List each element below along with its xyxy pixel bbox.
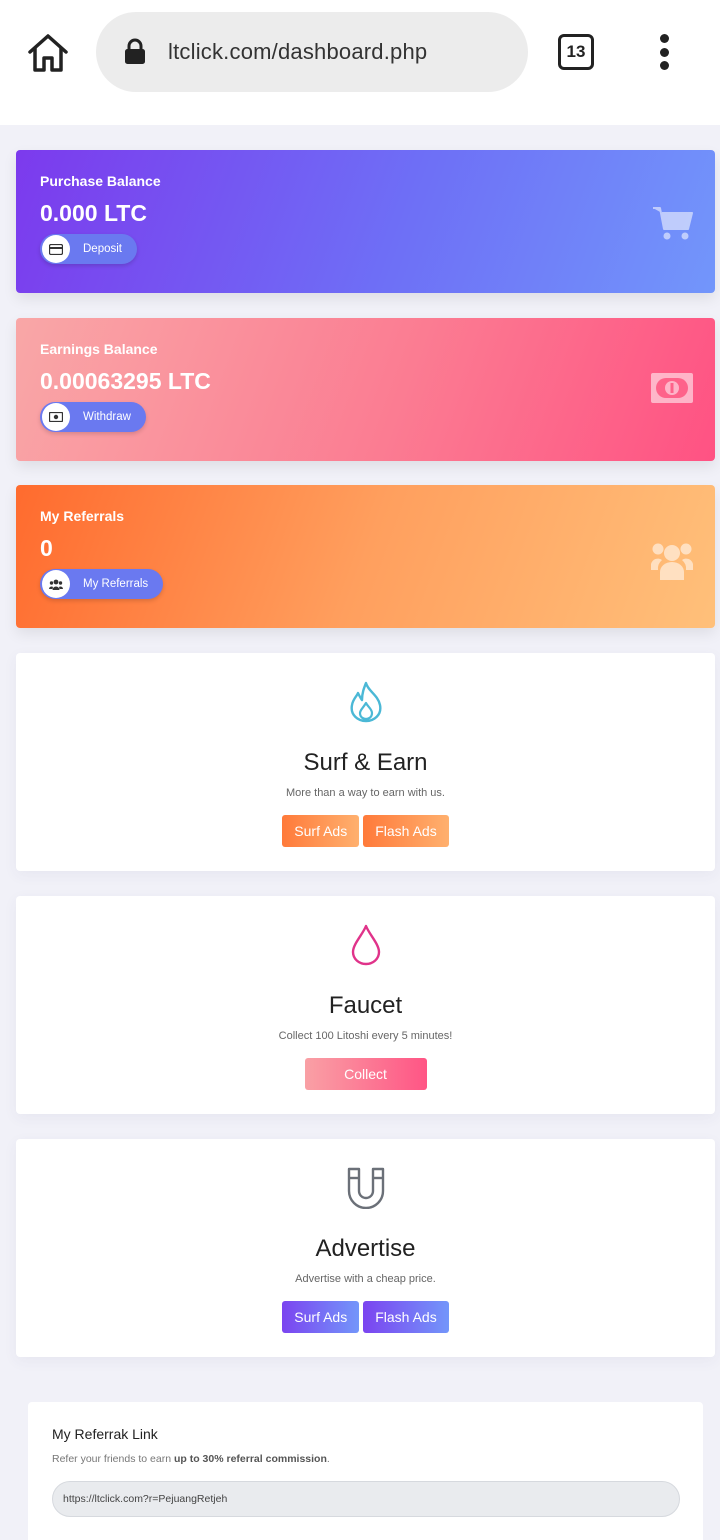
surf-ads-button[interactable]: Surf Ads: [282, 815, 360, 847]
referral-link-description: Refer your friends to earn up to 30% ref…: [52, 1453, 330, 1465]
magnet-icon: [16, 1167, 715, 1209]
referral-link-title: My Referrak Link: [52, 1426, 158, 1442]
feature-title: Surf & Earn: [303, 749, 428, 776]
users-icon: [651, 540, 693, 585]
card-value: 0.000 LTC: [40, 200, 147, 226]
home-icon: [28, 34, 68, 72]
earnings-balance-card: Earnings Balance 0.00063295 LTC Withdraw: [16, 318, 715, 461]
url-text: ltclick.com/dashboard.php: [168, 39, 428, 64]
desc-prefix: Refer your friends to earn: [52, 1453, 174, 1465]
cart-icon: [653, 205, 693, 246]
withdraw-label: Withdraw: [83, 411, 131, 423]
drop-icon: [16, 924, 715, 966]
feature-title: Faucet: [328, 992, 403, 1019]
home-button[interactable]: [22, 28, 74, 78]
advertise-card: Advertise Advertise with a cheap price. …: [16, 1139, 715, 1357]
menu-dot-icon: [659, 47, 669, 57]
menu-dot-icon: [659, 61, 669, 70]
feature-title: Advertise: [315, 1235, 416, 1262]
my-referrals-label: My Referrals: [83, 578, 149, 590]
withdraw-button[interactable]: Withdraw: [40, 402, 146, 432]
collect-button[interactable]: Collect: [304, 1058, 427, 1090]
purchase-balance-card: Purchase Balance 0.000 LTC Deposit: [16, 150, 715, 293]
my-referrals-card: My Referrals 0 My Referrals: [16, 485, 715, 628]
referral-link-card: My Referrak Link Refer your friends to e…: [28, 1402, 703, 1540]
money-bill-icon: [42, 403, 70, 431]
desc-commission: up to 30% referral commission: [173, 1453, 327, 1465]
desc-suffix: .: [326, 1453, 330, 1465]
faucet-card: Faucet Collect 100 Litoshi every 5 minut…: [16, 896, 715, 1114]
overflow-menu-button[interactable]: [650, 30, 678, 74]
address-bar[interactable]: ltclick.com/dashboard.php: [96, 12, 528, 92]
card-label: Purchase Balance: [40, 173, 161, 189]
browser-toolbar: ltclick.com/dashboard.php 13: [0, 0, 720, 125]
card-value: 0.00063295 LTC: [40, 368, 211, 394]
credit-card-icon: [42, 235, 70, 263]
referral-link-input[interactable]: [52, 1481, 680, 1517]
users-icon: [42, 570, 70, 598]
feature-description: More than a way to earn with us.: [286, 787, 445, 799]
surf-earn-card: Surf & Earn More than a way to earn with…: [16, 653, 715, 871]
card-label: My Referrals: [40, 508, 125, 524]
feature-description: Collect 100 Litoshi every 5 minutes!: [278, 1030, 453, 1042]
card-value: 0: [40, 535, 53, 561]
money-bill-icon: [651, 373, 693, 408]
my-referrals-button[interactable]: My Referrals: [40, 569, 164, 599]
lock-icon: [124, 38, 146, 66]
deposit-label: Deposit: [83, 243, 122, 255]
tab-switcher-button[interactable]: 13: [558, 34, 594, 70]
feature-description: Advertise with a cheap price.: [295, 1273, 436, 1285]
flash-ads-button[interactable]: Flash Ads: [363, 815, 449, 847]
card-label: Earnings Balance: [40, 341, 158, 357]
advertise-flash-ads-button[interactable]: Flash Ads: [363, 1301, 449, 1333]
advertise-surf-ads-button[interactable]: Surf Ads: [282, 1301, 360, 1333]
menu-dot-icon: [659, 34, 669, 43]
fire-icon: [16, 681, 715, 723]
deposit-button[interactable]: Deposit: [40, 234, 137, 264]
